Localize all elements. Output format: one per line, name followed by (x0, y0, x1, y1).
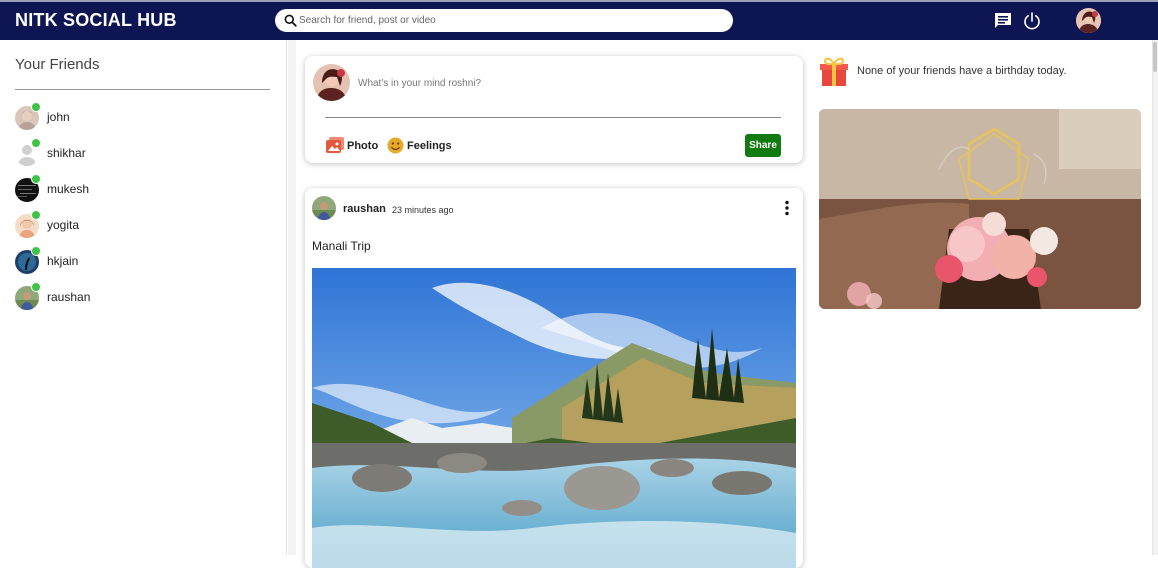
online-indicator (31, 246, 41, 256)
birthday-notice: None of your friends have a birthday tod… (857, 65, 1067, 77)
friend-item-raushan[interactable]: raushan (15, 282, 215, 312)
gift-icon (820, 57, 848, 86)
post-timestamp: 23 minutes ago (392, 205, 454, 215)
birthday-banner-image (819, 109, 1141, 309)
composer-divider (325, 117, 781, 118)
friend-item-hkjain[interactable]: hkjain (15, 246, 215, 276)
online-indicator (31, 138, 41, 148)
friend-name: hkjain (47, 254, 79, 268)
friend-name: shikhar (47, 146, 86, 160)
post-avatar[interactable] (312, 196, 336, 220)
post-composer: Photo Feelings Share (305, 56, 803, 163)
feelings-option[interactable]: Feelings (387, 137, 457, 155)
feelings-label: Feelings (407, 140, 452, 152)
composer-input[interactable] (358, 75, 778, 91)
divider (15, 89, 270, 90)
top-navbar: NITK SOCIAL HUB (0, 0, 1158, 40)
search-icon (284, 14, 297, 27)
share-button[interactable]: Share (745, 134, 781, 157)
page-scrollbar[interactable] (1152, 40, 1158, 555)
online-indicator (31, 102, 41, 112)
friend-item-mukesh[interactable]: mukesh (15, 174, 215, 204)
search-input[interactable] (299, 12, 719, 29)
photo-label: Photo (347, 140, 379, 152)
friends-sidebar: Your Friends john shikhar mukesh yogita (0, 40, 287, 555)
post-card: raushan 23 minutes ago Manali Trip (305, 188, 803, 568)
friend-name: raushan (47, 290, 91, 304)
online-indicator (31, 174, 41, 184)
power-icon[interactable] (1022, 11, 1042, 31)
scroll-gutter (288, 40, 296, 555)
user-avatar[interactable] (1076, 8, 1101, 33)
chat-icon[interactable] (993, 11, 1013, 31)
friend-name: john (47, 110, 70, 124)
search-bar[interactable] (275, 9, 733, 32)
photo-option[interactable]: Photo (326, 137, 382, 155)
online-indicator (31, 210, 41, 220)
composer-avatar (313, 64, 350, 101)
friend-name: yogita (47, 218, 80, 232)
post-username[interactable]: raushan (343, 203, 386, 215)
scrollbar-thumb[interactable] (1153, 42, 1157, 72)
friends-title: Your Friends (15, 56, 100, 73)
app-logo[interactable]: NITK SOCIAL HUB (15, 10, 177, 31)
friend-item-john[interactable]: john (15, 102, 215, 132)
post-image[interactable] (312, 268, 796, 568)
more-options-icon[interactable] (779, 200, 795, 216)
smiley-icon (387, 137, 404, 154)
friend-item-shikhar[interactable]: shikhar (15, 138, 215, 168)
post-caption: Manali Trip (312, 239, 371, 253)
online-indicator (31, 282, 41, 292)
friend-name: mukesh (47, 182, 90, 196)
photo-icon (326, 137, 344, 153)
friend-item-yogita[interactable]: yogita (15, 210, 215, 240)
